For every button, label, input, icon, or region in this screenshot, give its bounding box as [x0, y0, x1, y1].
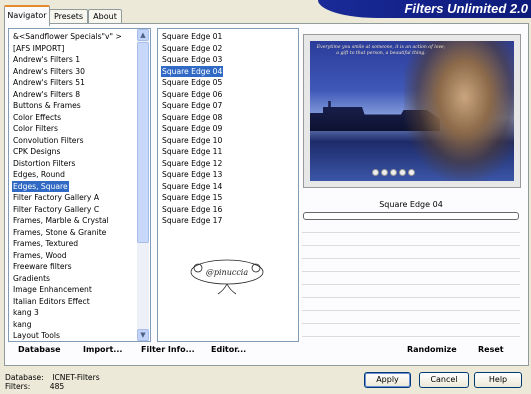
scroll-thumb[interactable]	[137, 42, 149, 243]
database-value: ICNET-Filters	[52, 373, 100, 382]
parameter-row[interactable]	[302, 272, 520, 285]
category-item[interactable]: Freeware filters	[12, 261, 73, 272]
filters-value: 485	[49, 382, 65, 391]
parameter-row[interactable]	[302, 298, 520, 311]
category-item[interactable]: Filter Factory Gallery C	[12, 204, 100, 215]
category-item[interactable]: Buttons & Frames	[12, 100, 82, 111]
preview-caption: Everytime you smile at someone, it is an…	[316, 45, 446, 56]
category-list[interactable]: &<Sandflower Specials"v" > [AFS IMPORT] An…	[8, 28, 151, 342]
filter-item[interactable]: Square Edge 09	[161, 123, 223, 134]
category-item[interactable]: Frames, Marble & Crystal	[12, 215, 110, 226]
category-item[interactable]: Frames, Wood	[12, 250, 68, 261]
dot	[399, 169, 406, 176]
category-item[interactable]: Andrew's Filters 51	[12, 77, 86, 88]
parameter-row[interactable]	[302, 246, 520, 259]
scroll-down-icon[interactable]: ▼	[137, 329, 149, 341]
parameter-row[interactable]	[302, 324, 520, 337]
apply-button[interactable]: Apply	[364, 372, 411, 388]
category-item[interactable]: Edges, Round	[12, 169, 66, 180]
category-item[interactable]: Color Effects	[12, 112, 62, 123]
filter-item[interactable]: Square Edge 06	[161, 89, 223, 100]
filter-item[interactable]: Square Edge 08	[161, 112, 223, 123]
filter-item[interactable]: Square Edge 13	[161, 169, 223, 180]
preview-figure	[404, 41, 514, 181]
category-item[interactable]: Italian Editors Effect	[12, 296, 91, 307]
reset-button[interactable]: Reset	[478, 343, 504, 357]
filter-item[interactable]: Square Edge 16	[161, 204, 223, 215]
category-item[interactable]: kang 3	[12, 307, 40, 318]
category-item[interactable]: kang	[12, 319, 33, 330]
category-item[interactable]: Frames, Stone & Granite	[12, 227, 107, 238]
status-filters: Filters: 485	[5, 382, 64, 391]
category-item[interactable]: Andrew's Filters 30	[12, 66, 86, 77]
category-item[interactable]: Convolution Filters	[12, 135, 85, 146]
filter-item[interactable]: Square Edge 15	[161, 192, 223, 203]
filters-label: Filters:	[5, 382, 31, 391]
tab-navigator[interactable]: Navigator	[4, 5, 50, 26]
dot	[372, 169, 379, 176]
tab-about[interactable]: About	[88, 9, 122, 24]
filter-item[interactable]: Square Edge 14	[161, 181, 223, 192]
database-button[interactable]: Database	[18, 343, 61, 357]
category-item[interactable]: Edges, Square	[12, 180, 69, 192]
filter-item[interactable]: Square Edge 04	[161, 65, 224, 77]
tab-presets[interactable]: Presets	[49, 9, 88, 24]
randomize-button[interactable]: Randomize	[407, 343, 457, 357]
category-item[interactable]: Gradients	[12, 273, 51, 284]
category-item[interactable]: Filter Factory Gallery A	[12, 192, 100, 203]
status-database: Database: ICNET-Filters	[5, 373, 100, 382]
category-item[interactable]: Layout Tools	[12, 330, 61, 341]
scroll-up-icon[interactable]: ▲	[137, 29, 149, 41]
filter-item[interactable]: Square Edge 07	[161, 100, 223, 111]
category-item[interactable]: &<Sandflower Specials"v" >	[12, 31, 123, 42]
filter-item[interactable]: Square Edge 01	[161, 31, 223, 42]
filter-item[interactable]: Square Edge 11	[161, 146, 223, 157]
banner-title: Filters Unlimited 2.0	[404, 1, 528, 16]
current-filter-name: Square Edge 04	[379, 200, 443, 209]
help-button[interactable]: Help	[474, 372, 522, 388]
category-item[interactable]: Andrew's Filters 8	[12, 89, 81, 100]
category-item[interactable]: Color Filters	[12, 123, 59, 134]
parameter-row[interactable]	[302, 233, 520, 246]
category-item[interactable]: Frames, Textured	[12, 238, 79, 249]
dot	[390, 169, 397, 176]
parameter-row[interactable]	[302, 259, 520, 272]
category-scrollbar[interactable]: ▲ ▼	[137, 29, 149, 341]
filter-info-button[interactable]: Filter Info...	[141, 343, 195, 357]
cancel-button[interactable]: Cancel	[419, 372, 469, 388]
category-item[interactable]: Andrew's Filters 1	[12, 54, 81, 65]
category-item[interactable]: Image Enhancement	[12, 284, 93, 295]
import-button[interactable]: Import...	[83, 343, 122, 357]
filter-item[interactable]: Square Edge 17	[161, 215, 223, 226]
parameter-row[interactable]	[302, 220, 520, 233]
parameter-row[interactable]	[302, 285, 520, 298]
filter-item[interactable]: Square Edge 02	[161, 43, 223, 54]
category-item[interactable]: [AFS IMPORT]	[12, 43, 65, 54]
editor-button[interactable]: Editor...	[211, 343, 246, 357]
dot	[381, 169, 388, 176]
filter-item[interactable]: Square Edge 12	[161, 158, 223, 169]
filter-item[interactable]: Square Edge 03	[161, 54, 223, 65]
database-label: Database:	[5, 373, 44, 382]
dot	[408, 169, 415, 176]
preview-image: Everytime you smile at someone, it is an…	[310, 41, 514, 181]
filter-item[interactable]: Square Edge 05	[161, 77, 223, 88]
filter-item[interactable]: Square Edge 10	[161, 135, 223, 146]
progress-bar	[303, 212, 519, 220]
watermark-text: @pinuccia	[206, 268, 249, 277]
watermark-logo: @pinuccia	[190, 259, 264, 295]
category-item[interactable]: Distortion Filters	[12, 158, 76, 169]
parameter-row[interactable]	[302, 311, 520, 324]
category-item[interactable]: CPK Designs	[12, 146, 61, 157]
preview-frame: Everytime you smile at someone, it is an…	[303, 34, 521, 188]
